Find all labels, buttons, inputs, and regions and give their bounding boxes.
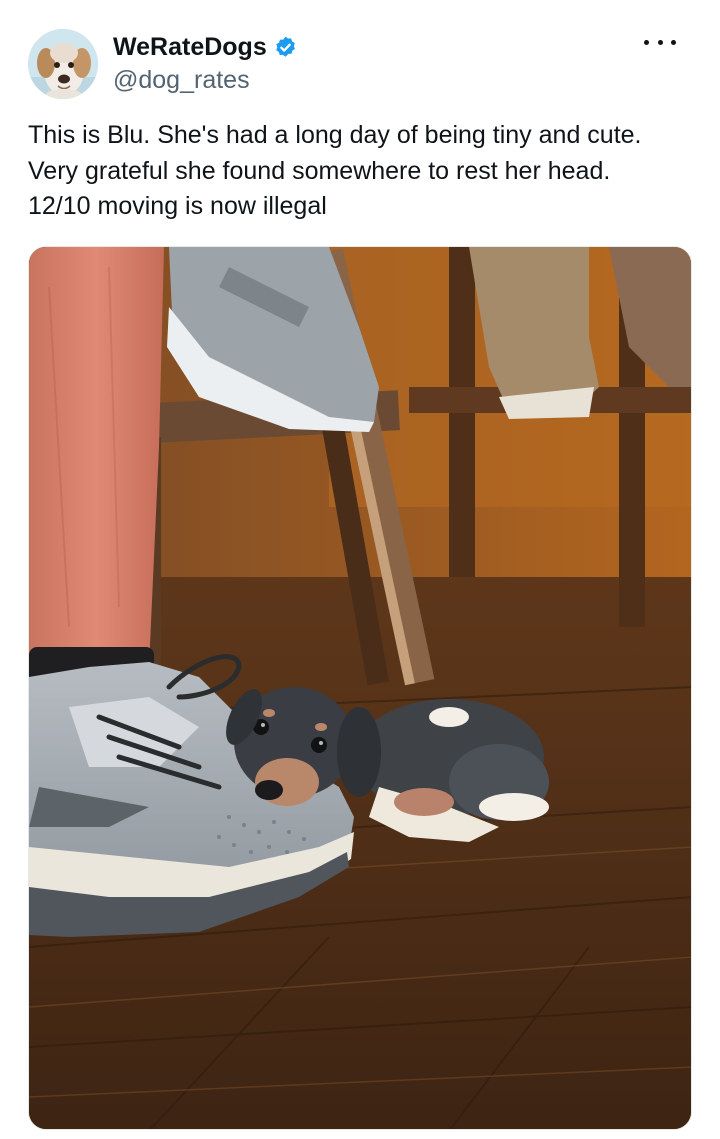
author-handle[interactable]: @dog_rates <box>113 63 298 97</box>
tweet-text-line: 12/10 moving is now illegal <box>28 192 327 220</box>
tweet-photo[interactable] <box>28 246 692 1130</box>
tweet-header: WeRateDogs @dog_rates <box>28 28 298 100</box>
tweet-text: This is Blu. She's had a long day of bei… <box>28 118 688 225</box>
tweet-text-line: This is Blu. She's had a long day of bei… <box>28 121 642 149</box>
more-dot <box>671 39 676 45</box>
more-dot <box>657 39 663 45</box>
author-display-name[interactable]: WeRateDogs <box>113 31 267 63</box>
tweet-text-line: Very grateful she found somewhere to res… <box>28 156 611 185</box>
puppy-photo-illustration <box>29 247 691 1129</box>
author-avatar[interactable] <box>28 29 98 99</box>
more-dot <box>644 39 649 45</box>
tweet-card[interactable]: WeRateDogs @dog_rates This is Blu. She's… <box>0 0 720 1139</box>
verified-badge-icon <box>273 35 298 60</box>
more-options-icon[interactable] <box>644 28 676 56</box>
name-row: WeRateDogs <box>113 31 298 63</box>
author-names: WeRateDogs @dog_rates <box>113 31 298 97</box>
dog-avatar-icon <box>28 29 98 99</box>
